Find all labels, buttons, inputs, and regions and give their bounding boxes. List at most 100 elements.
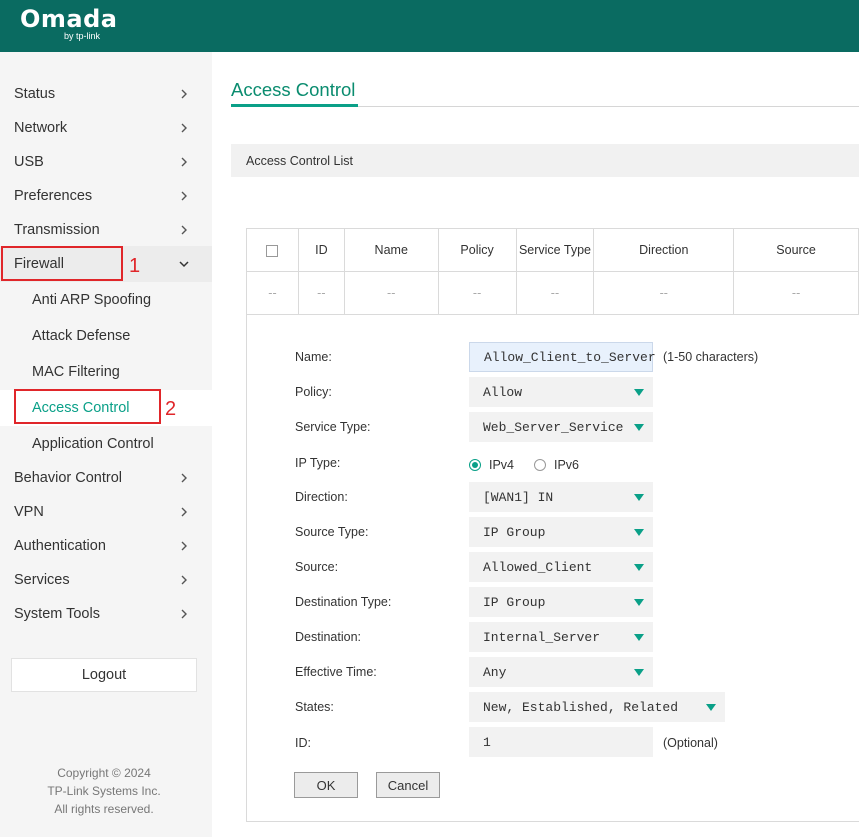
source-select[interactable]: Allowed_Client: [469, 552, 653, 582]
sidebar-item-label: Network: [14, 120, 68, 136]
id-hint: (Optional): [663, 736, 718, 750]
annotation-number-2: 2: [165, 398, 177, 420]
chevron-right-icon: [181, 541, 187, 551]
sidebar-item-label: System Tools: [14, 606, 100, 622]
sidebar-item-status[interactable]: Status: [0, 77, 212, 111]
sidebar-item-authentication[interactable]: Authentication: [0, 529, 212, 563]
source-type-select[interactable]: IP Group: [469, 517, 653, 547]
dropdown-arrow-icon: [634, 599, 644, 606]
table-cell: --: [593, 271, 735, 315]
logout-button[interactable]: Logout: [11, 658, 197, 692]
effective-time-select[interactable]: Any: [469, 657, 653, 687]
destination-select-value: Internal_Server: [483, 629, 601, 645]
sidebar-item-network[interactable]: Network: [0, 111, 212, 145]
id-input[interactable]: 1: [469, 727, 653, 757]
copyright-line-3: All rights reserved.: [54, 802, 154, 816]
sidebar-item-label: Behavior Control: [14, 470, 122, 486]
dropdown-arrow-icon: [706, 704, 716, 711]
ip-type-radio-ipv4[interactable]: IPv4: [469, 458, 514, 472]
logo-main-text: Omada: [20, 5, 118, 33]
access-control-highlight-box: [14, 389, 161, 424]
table-cell: --: [246, 271, 299, 315]
states-select[interactable]: New, Established, Related: [469, 692, 725, 722]
sidebar-subitem-mac-filtering[interactable]: MAC Filtering: [0, 354, 212, 390]
cancel-button[interactable]: Cancel: [376, 772, 440, 798]
sidebar-item-transmission[interactable]: Transmission: [0, 213, 212, 247]
dropdown-arrow-icon: [634, 529, 644, 536]
source-label: Source:: [295, 560, 339, 574]
service-type-select[interactable]: Web_Server_Service: [469, 412, 653, 442]
omada-logo: Omada by tp-link: [20, 5, 118, 41]
column-header-policy: Policy: [437, 228, 517, 272]
table-cell: --: [343, 271, 439, 315]
id-input-value: 1: [483, 734, 491, 750]
chevron-right-icon: [181, 123, 187, 133]
chevron-right-icon: [181, 225, 187, 235]
dropdown-arrow-icon: [634, 634, 644, 641]
sidebar-item-vpn[interactable]: VPN: [0, 495, 212, 529]
sidebar-item-behavior-control[interactable]: Behavior Control: [0, 461, 212, 495]
sidebar-subitem-label: Attack Defense: [32, 328, 131, 344]
column-header-source: Source: [733, 228, 859, 272]
sidebar-item-label: Preferences: [14, 188, 93, 204]
page-title: Access Control: [231, 79, 356, 100]
table-cell: --: [437, 271, 517, 315]
sidebar-subitem-attack-defense[interactable]: Attack Defense: [0, 318, 212, 354]
chevron-right-icon: [181, 191, 187, 201]
radio-label: IPv4: [489, 458, 515, 472]
ip-type-label: IP Type:: [295, 456, 341, 470]
table-cell: --: [515, 271, 595, 315]
destination-type-select-value: IP Group: [483, 594, 546, 610]
copyright-line-1: Copyright © 2024: [57, 766, 151, 780]
service-type-label: Service Type:: [295, 420, 371, 434]
source-type-label: Source Type:: [295, 525, 369, 539]
name-input-value: Allow_Client_to_Server: [484, 349, 656, 365]
table-row: -- -- -- -- -- -- --: [246, 271, 859, 315]
chevron-right-icon: [181, 609, 187, 619]
states-select-value: New, Established, Related: [483, 699, 679, 715]
ip-type-radio-ipv6[interactable]: IPv6: [534, 458, 579, 472]
column-header-direction: Direction: [593, 228, 735, 272]
sidebar-subitem-anti-arp-spoofing[interactable]: Anti ARP Spoofing: [0, 282, 212, 318]
sidebar-item-label: Status: [14, 86, 56, 102]
column-header-name: Name: [343, 228, 439, 272]
dropdown-arrow-icon: [634, 424, 644, 431]
id-label: ID:: [295, 736, 311, 750]
select-all-checkbox[interactable]: [266, 244, 279, 257]
direction-select[interactable]: [WAN1] IN: [469, 482, 653, 512]
sidebar-subitem-application-control[interactable]: Application Control: [0, 426, 212, 462]
annotation-number-1: 1: [129, 255, 141, 277]
destination-type-select[interactable]: IP Group: [469, 587, 653, 617]
name-hint: (1-50 characters): [663, 350, 759, 364]
policy-label: Policy:: [295, 385, 332, 399]
sidebar-item-services[interactable]: Services: [0, 563, 212, 597]
access-control-table: ID Name Policy Service Type Direction So…: [246, 228, 859, 315]
destination-select[interactable]: Internal_Server: [469, 622, 653, 652]
sidebar-item-system-tools[interactable]: System Tools: [0, 597, 212, 631]
access-control-list-header: Access Control List: [231, 144, 859, 177]
direction-label: Direction:: [295, 490, 348, 504]
effective-time-label: Effective Time:: [295, 665, 377, 679]
policy-select[interactable]: Allow: [469, 377, 653, 407]
top-header: Omada by tp-link: [0, 0, 859, 52]
source-type-select-value: IP Group: [483, 524, 546, 540]
table-cell: --: [733, 271, 859, 315]
destination-type-label: Destination Type:: [295, 595, 392, 609]
ok-button[interactable]: OK: [294, 772, 358, 798]
dropdown-arrow-icon: [634, 389, 644, 396]
chevron-right-icon: [181, 157, 187, 167]
effective-time-select-value: Any: [483, 664, 507, 680]
chevron-right-icon: [181, 473, 187, 483]
sidebar-item-preferences[interactable]: Preferences: [0, 179, 212, 213]
column-header-id: ID: [297, 228, 345, 272]
chevron-right-icon: [181, 575, 187, 585]
table-cell: --: [297, 271, 345, 315]
service-type-select-value: Web_Server_Service: [483, 419, 624, 435]
sidebar-item-usb[interactable]: USB: [0, 145, 212, 179]
logo-sub-text: by tp-link: [64, 31, 101, 41]
sidebar-subitem-label: MAC Filtering: [32, 364, 120, 380]
name-input[interactable]: Allow_Client_to_Server: [469, 342, 656, 372]
name-label: Name:: [295, 350, 332, 364]
dropdown-arrow-icon: [634, 564, 644, 571]
sidebar-item-label: VPN: [14, 504, 44, 520]
